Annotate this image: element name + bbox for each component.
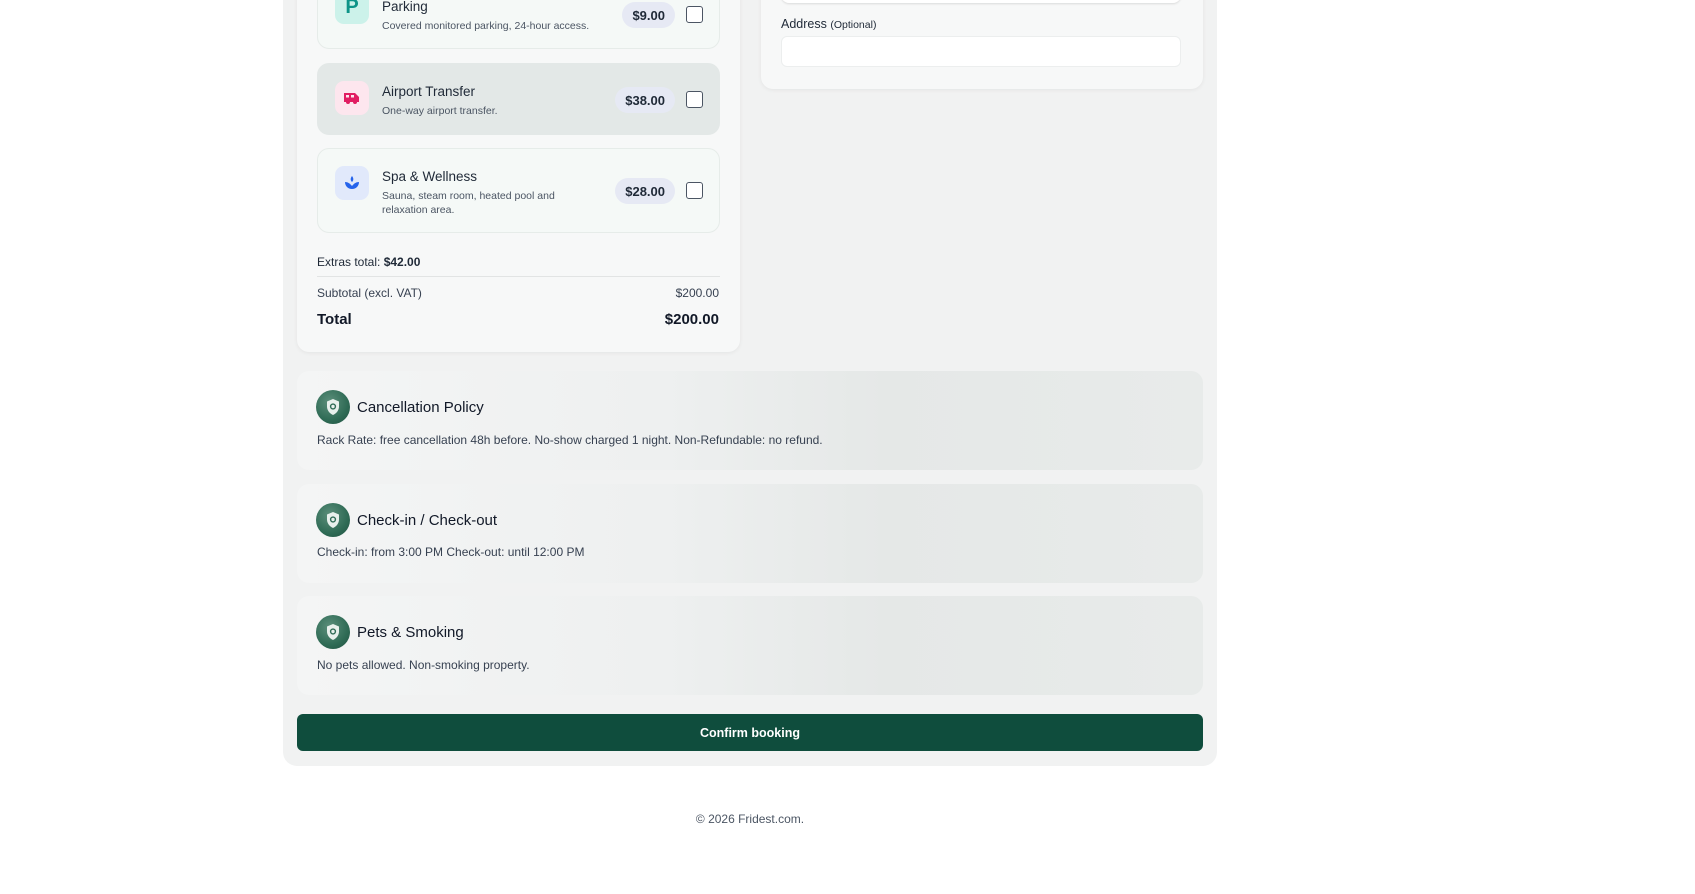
extra-spa-wellness[interactable]: Spa & Wellness Sauna, steam room, heated… bbox=[317, 148, 720, 233]
subtotal-label: Subtotal (excl. VAT) bbox=[317, 286, 422, 300]
shield-icon bbox=[316, 390, 350, 424]
total-value: $200.00 bbox=[664, 311, 719, 328]
total-label: Total bbox=[317, 311, 352, 328]
extras-total-value: $42.00 bbox=[383, 255, 421, 269]
extra-checkbox[interactable] bbox=[686, 6, 703, 23]
policy-title: Cancellation Policy bbox=[357, 399, 484, 416]
extra-price: $9.00 bbox=[622, 2, 675, 28]
previous-input-field[interactable] bbox=[781, 0, 1181, 3]
policy-title: Pets & Smoking bbox=[357, 624, 464, 641]
policy-text: Check-in: from 3:00 PM Check-out: until … bbox=[317, 545, 585, 559]
extras-total: Extras total: $42.00 bbox=[317, 255, 420, 269]
extra-price: $38.00 bbox=[615, 87, 675, 113]
confirm-booking-button[interactable]: Confirm booking bbox=[297, 714, 1203, 751]
policy-text: Rack Rate: free cancellation 48h before.… bbox=[317, 433, 823, 447]
extra-description: One-way airport transfer. bbox=[382, 105, 498, 117]
optional-hint: (Optional) bbox=[830, 19, 877, 31]
extra-title: Airport Transfer bbox=[382, 84, 476, 99]
subtotal-value: $200.00 bbox=[675, 286, 719, 300]
shield-icon bbox=[316, 503, 350, 537]
extra-description: Sauna, steam room, heated pool and relax… bbox=[382, 190, 555, 216]
extra-description: Covered monitored parking, 24-hour acces… bbox=[382, 20, 590, 32]
extra-checkbox[interactable] bbox=[686, 91, 703, 108]
extra-title: Parking bbox=[382, 0, 428, 14]
spa-icon bbox=[335, 166, 369, 200]
van-icon bbox=[335, 81, 369, 115]
shield-icon bbox=[316, 615, 350, 649]
divider bbox=[317, 276, 720, 277]
extra-title: Spa & Wellness bbox=[382, 169, 478, 184]
parking-icon: P bbox=[335, 0, 369, 24]
extra-price: $28.00 bbox=[615, 178, 675, 204]
address-label-text: Address bbox=[781, 17, 827, 31]
extras-total-label: Extras total: bbox=[317, 255, 381, 269]
address-input[interactable] bbox=[781, 36, 1181, 67]
address-label: Address (Optional) bbox=[781, 17, 876, 31]
policy-pets-smoking: Pets & Smoking No pets allowed. Non-smok… bbox=[297, 596, 1203, 695]
extra-checkbox[interactable] bbox=[686, 182, 703, 199]
extra-airport-transfer[interactable]: Airport Transfer One-way airport transfe… bbox=[317, 63, 720, 135]
footer-copyright: © 2026 Fridest.com. bbox=[695, 812, 805, 826]
extra-parking[interactable]: P Parking Covered monitored parking, 24-… bbox=[317, 0, 720, 49]
policy-title: Check-in / Check-out bbox=[357, 512, 498, 529]
policy-text: No pets allowed. Non-smoking property. bbox=[317, 658, 530, 672]
policy-checkin-checkout: Check-in / Check-out Check-in: from 3:00… bbox=[297, 484, 1203, 583]
policy-cancellation: Cancellation Policy Rack Rate: free canc… bbox=[297, 371, 1203, 470]
